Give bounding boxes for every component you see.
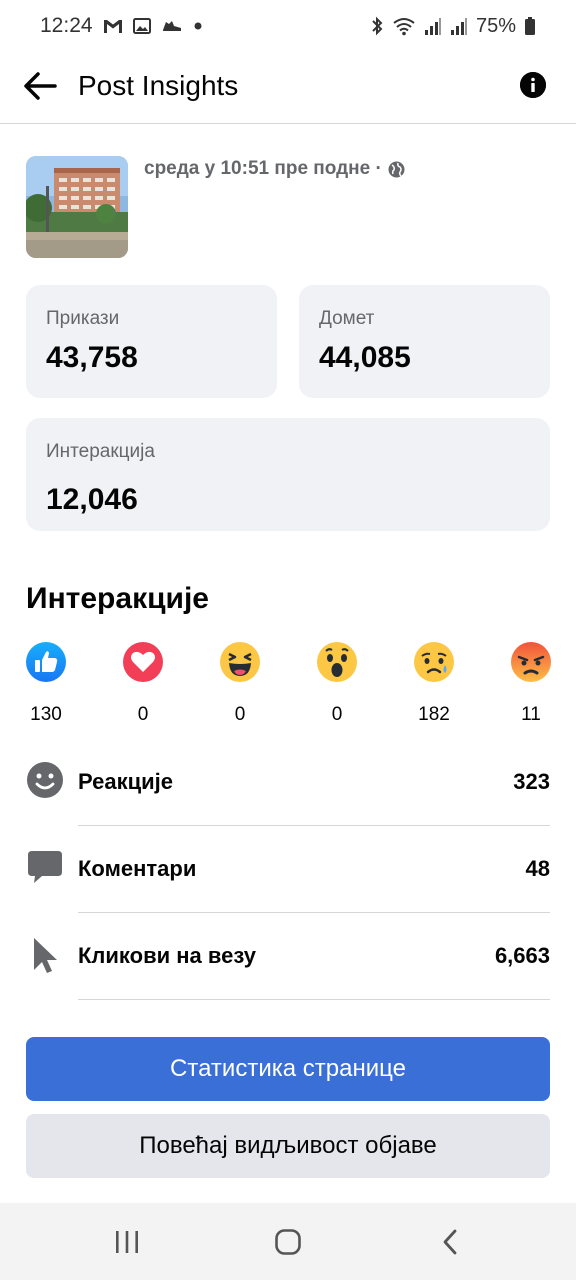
angry-icon	[511, 642, 551, 682]
smiley-icon	[26, 761, 64, 799]
reach-value: 44,085	[319, 341, 411, 374]
status-bar: 12:24 75%	[0, 0, 576, 52]
metric-link-clicks-row[interactable]: Кликови на везу 6,663	[26, 913, 550, 1000]
metric-label: Реакције	[78, 769, 174, 794]
post-date: среда у 10:51 пре подне ·	[144, 158, 382, 179]
metric-label: Кликови на везу	[78, 943, 256, 968]
back-nav-button[interactable]	[430, 1225, 470, 1259]
metric-value: 323	[513, 769, 550, 794]
chevron-left-icon	[443, 1229, 457, 1255]
reach-label: Домет	[319, 308, 375, 329]
metric-value: 48	[525, 856, 550, 881]
divider	[78, 999, 550, 1000]
engagement-card: Интеракција 12,046	[26, 418, 550, 531]
cursor-icon	[26, 935, 64, 973]
wow-icon	[317, 642, 357, 682]
post-thumbnail[interactable]	[26, 156, 128, 258]
boost-post-button[interactable]: Повећај видљивост објаве	[26, 1114, 550, 1178]
impressions-value: 43,758	[46, 341, 138, 374]
reach-card: Домет 44,085	[299, 285, 550, 398]
reaction-count: 130	[30, 704, 62, 725]
reaction-count: 11	[521, 704, 541, 725]
status-left: 12:24	[40, 14, 203, 38]
globe-icon	[388, 161, 405, 177]
impressions-card: Прикази 43,758	[26, 285, 277, 398]
gmail-icon	[103, 15, 123, 37]
reaction-count: 0	[137, 704, 149, 725]
info-button[interactable]	[520, 72, 546, 98]
sad-icon	[414, 642, 454, 682]
info-icon	[520, 72, 546, 98]
reaction-count: 0	[234, 704, 246, 725]
bluetooth-icon	[370, 15, 384, 37]
like-icon	[26, 642, 66, 682]
page-title: Post Insights	[78, 70, 239, 101]
page-insights-button[interactable]: Статистика странице	[26, 1037, 550, 1101]
metric-reactions-row[interactable]: Реакције 323	[26, 739, 550, 826]
comment-icon	[26, 848, 64, 886]
metric-value: 6,663	[494, 943, 550, 968]
engagement-value: 12,046	[46, 483, 138, 516]
shoe-icon	[161, 15, 183, 37]
interactions-title: Интеракције	[26, 582, 209, 615]
metric-comments-row[interactable]: Коментари 48	[26, 826, 550, 913]
reaction-angry: 11	[501, 642, 561, 726]
app-header: Post Insights	[0, 52, 576, 124]
recent-apps-button[interactable]	[107, 1225, 147, 1259]
metric-label: Коментари	[78, 856, 197, 881]
reaction-sad: 182	[404, 642, 464, 726]
battery-icon	[524, 15, 536, 37]
post-summary[interactable]: среда у 10:51 пре подне ·	[26, 156, 550, 260]
engagement-label: Интеракција	[46, 441, 155, 462]
signal-icon	[424, 15, 442, 37]
post-meta: среда у 10:51 пре подне ·	[144, 158, 405, 180]
haha-icon	[220, 642, 260, 682]
home-icon	[275, 1229, 301, 1255]
back-button[interactable]	[20, 66, 60, 106]
reaction-wow: 0	[307, 642, 367, 726]
reaction-love: 0	[113, 642, 173, 726]
reaction-count: 182	[418, 704, 450, 725]
status-time: 12:24	[40, 14, 93, 37]
impressions-label: Прикази	[46, 308, 120, 329]
recent-apps-icon	[116, 1231, 138, 1253]
love-icon	[123, 642, 163, 682]
reactions-row: 130 0 0 0 182 11	[26, 642, 551, 732]
arrow-left-icon	[24, 72, 57, 100]
battery-percent: 75%	[475, 14, 516, 37]
wifi-icon	[392, 15, 416, 37]
home-button[interactable]	[268, 1225, 308, 1259]
gallery-icon	[132, 15, 151, 37]
reaction-like: 130	[16, 642, 76, 726]
notification-dot-icon	[193, 15, 203, 37]
status-right: 75%	[370, 15, 536, 38]
system-nav-bar	[0, 1203, 576, 1280]
reaction-count: 0	[331, 704, 343, 725]
reaction-haha: 0	[210, 642, 270, 726]
signal-2-icon	[450, 15, 468, 37]
